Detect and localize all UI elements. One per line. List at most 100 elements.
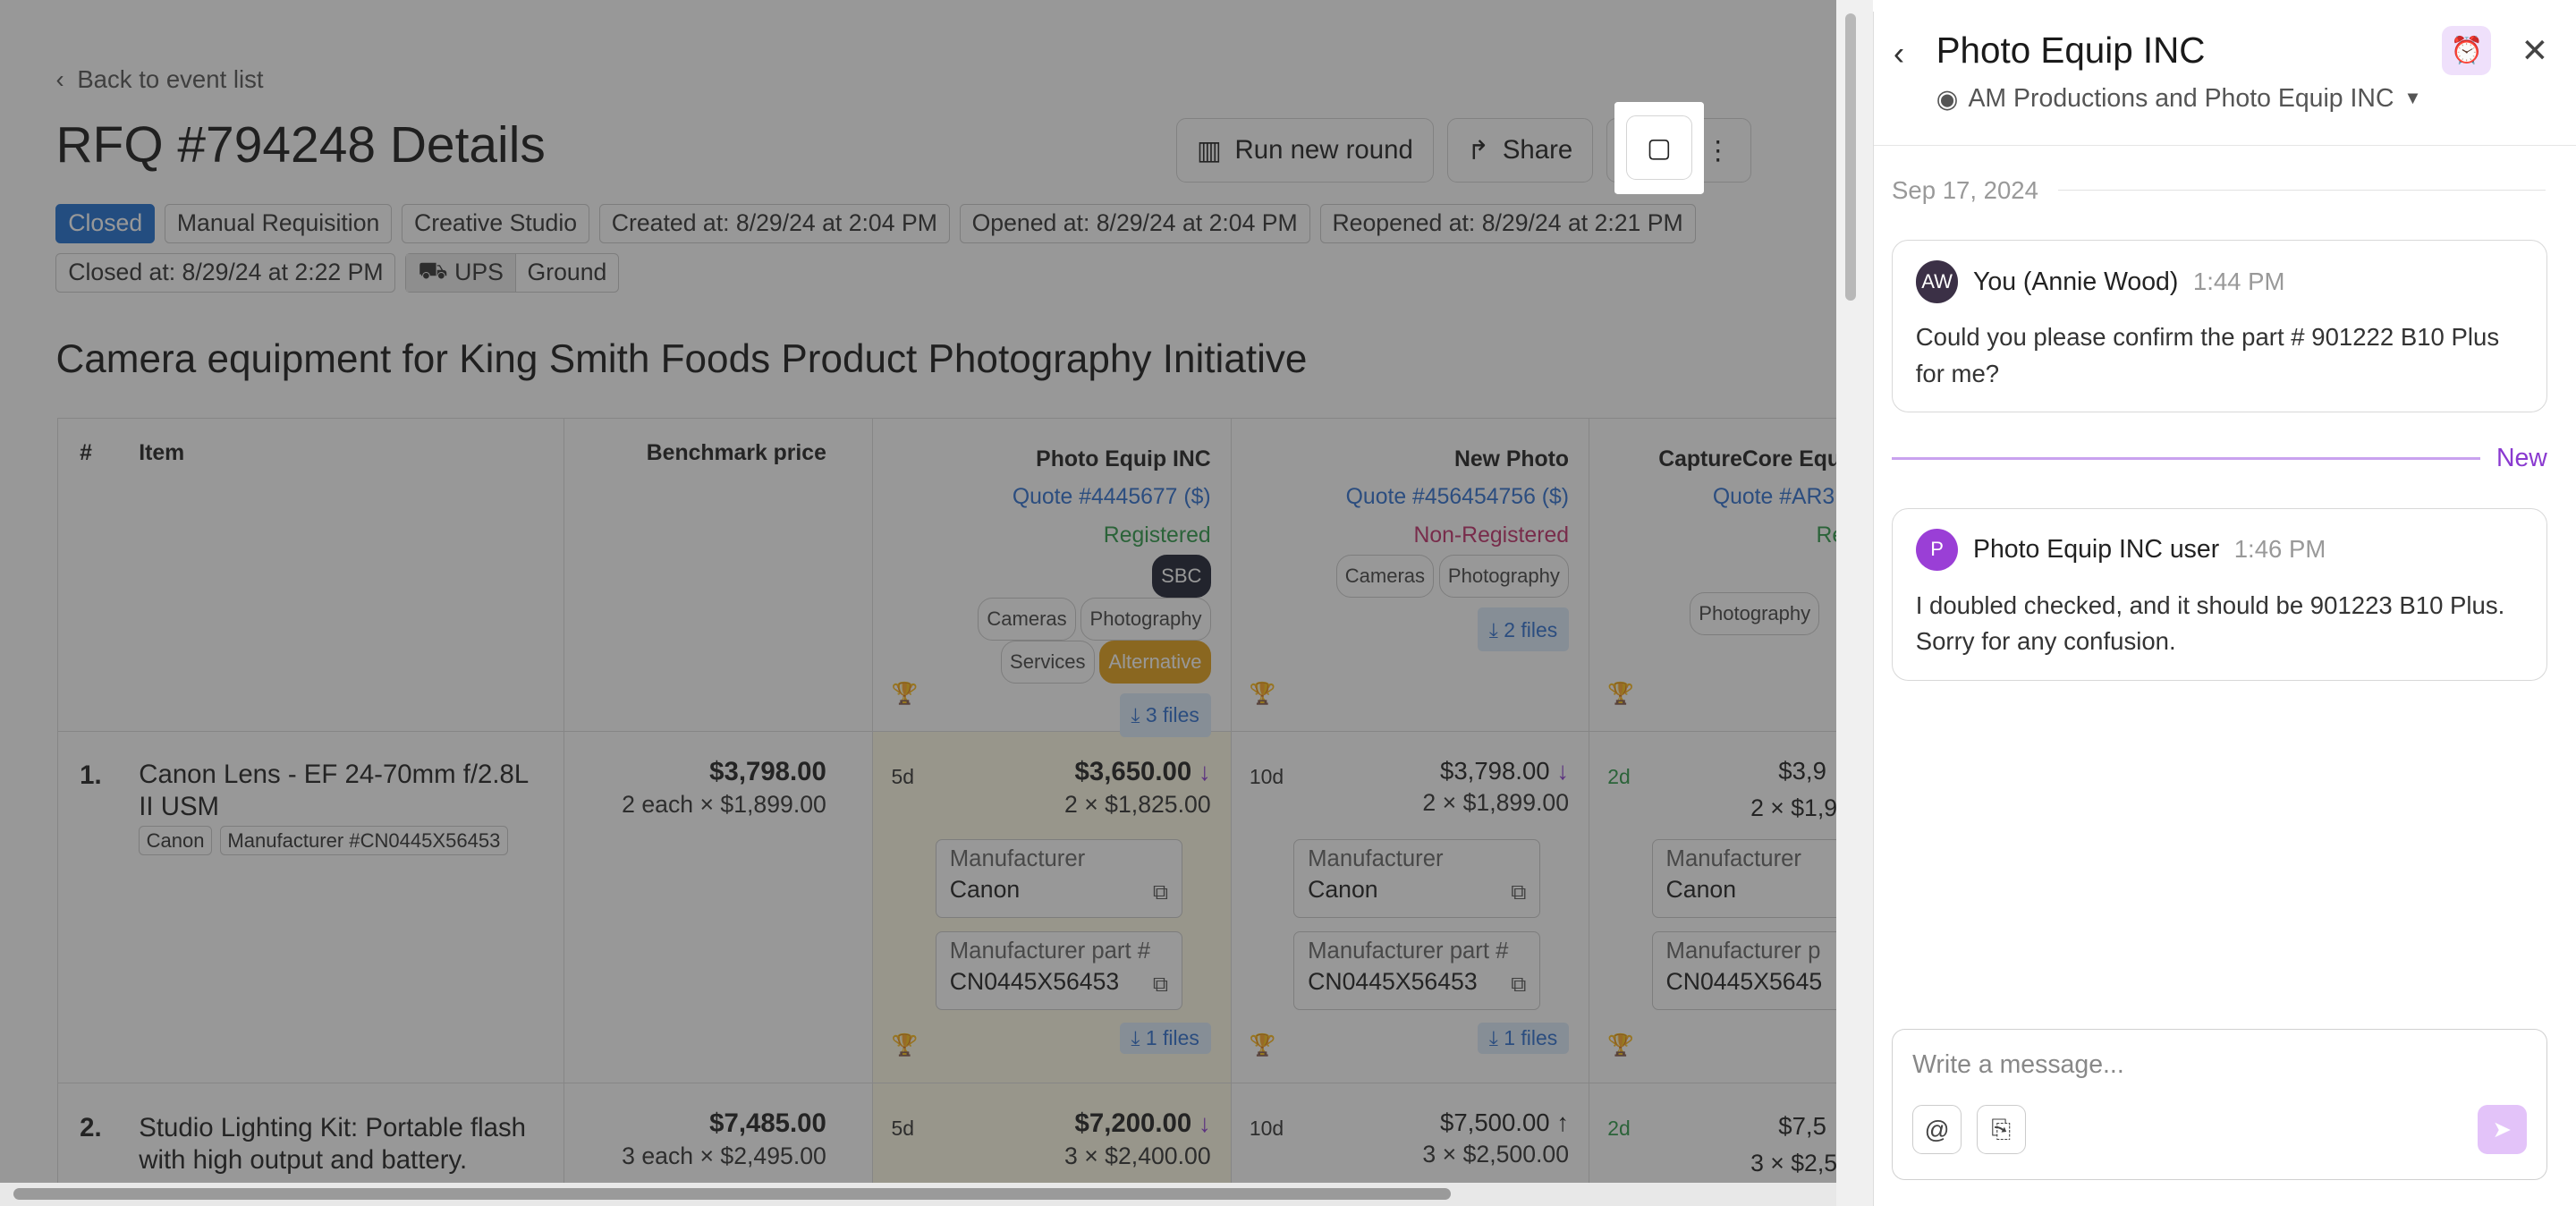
lead-time: 10d — [1249, 765, 1284, 789]
header-num: # — [80, 441, 92, 466]
close-icon[interactable]: ✕ — [2521, 31, 2548, 70]
part-number-field: Manufacturer p CN0445X5645 — [1651, 930, 1837, 1010]
field-label: Manufacturer p — [1665, 938, 1821, 964]
mention-icon[interactable]: @ — [1912, 1105, 1962, 1155]
manufacturer-tag: Manufacturer #CN0445X56453 — [220, 826, 508, 856]
quote-link[interactable]: Quote #AR3 — [1713, 479, 1837, 516]
files-button[interactable]: ⤓ 3 files — [1119, 692, 1211, 738]
back-label: Back to event list — [77, 65, 264, 94]
files-button[interactable]: ⤓ 1 files — [1119, 1023, 1211, 1054]
item-name[interactable]: Studio Lighting Kit: Portable flash with… — [139, 1112, 557, 1177]
chat-message: AW You (Annie Wood) 1:44 PM Could you plea… — [1892, 240, 2547, 413]
quote-sub: 3 × $2,400.00 — [1064, 1142, 1211, 1169]
arrow-down-icon: ↓ — [1198, 757, 1211, 786]
alarm-bell-icon[interactable]: ⏰ — [2442, 26, 2492, 76]
trophy-icon[interactable]: 🏆 — [1607, 1032, 1634, 1058]
field-label: Manufacturer — [1308, 846, 1444, 872]
trophy-icon[interactable]: 🏆 — [891, 1032, 918, 1058]
lead-time: 5d — [891, 765, 914, 789]
back-to-event-list-link[interactable]: ‹ Back to event list — [55, 65, 263, 94]
quote-sub: 2 × $1,9 — [1750, 794, 1837, 822]
field-value: CN0445X56453 — [1308, 967, 1478, 995]
chat-title: Photo Equip INC — [1936, 30, 2206, 72]
avatar: AW — [1915, 260, 1959, 303]
tag-requisition: Manual Requisition — [165, 203, 393, 243]
vendor-column-photo-equip: Photo Equip INC Quote #4445677 ($) Regis… — [873, 418, 1232, 1206]
sender-name: Photo Equip INC user — [1973, 534, 2220, 564]
quote-link[interactable]: Quote #4445677 ($) — [973, 479, 1211, 516]
copy-icon[interactable]: ⧉ — [1511, 972, 1526, 998]
item-name[interactable]: Canon Lens - EF 24-70mm f/2.8L II USM — [139, 759, 549, 824]
field-value: Canon — [1308, 875, 1378, 903]
trophy-icon[interactable]: 🏆 — [1607, 681, 1634, 707]
manufacturer-field: Manufacturer Canon ⧉ — [936, 838, 1182, 918]
vendor-name: New Photo — [1453, 447, 1570, 472]
rfq-main: ‹ Back to event list RFQ #794248 Details… — [0, 0, 1837, 1206]
carrier-label: UPS — [454, 259, 504, 286]
sbc-badge: SBC — [1151, 554, 1211, 598]
attachment-icon[interactable]: ⎘ — [1976, 1105, 2026, 1155]
item-column: # Item 1. Canon Lens - EF 24-70mm f/2.8L … — [58, 418, 564, 1206]
category-chip: Photography — [1080, 597, 1211, 641]
field-value: CN0445X56453 — [949, 967, 1120, 995]
benchmark-price: $7,485.00 — [709, 1108, 826, 1138]
lead-time: 2d — [1607, 1117, 1631, 1141]
category-chip: Cameras — [1335, 554, 1435, 598]
send-icon[interactable]: ➤ — [2477, 1105, 2527, 1155]
sender-name: You (Annie Wood) — [1973, 267, 2179, 296]
chat-button-highlight[interactable]: ▢ — [1614, 101, 1704, 194]
field-value: Canon — [949, 875, 1021, 903]
header-benchmark: Benchmark price — [646, 441, 826, 466]
message-text: Could you please confirm the part # 9012… — [1915, 323, 2500, 387]
lead-time: 5d — [891, 1117, 914, 1141]
header-item: Item — [139, 441, 185, 466]
eye-icon: ◉ — [1936, 84, 1959, 114]
copy-icon[interactable]: ⧉ — [1153, 880, 1168, 905]
tag-opened: Opened at: 8/29/24 at 2:04 PM — [959, 203, 1310, 243]
new-label: New — [2496, 443, 2547, 472]
tag-closed-at: Closed at: 8/29/24 at 2:22 PM — [55, 252, 396, 293]
message-time: 1:46 PM — [2233, 535, 2326, 564]
arrow-down-icon: ↓ — [1198, 1108, 1211, 1137]
files-button[interactable]: ⤓ 1 files — [1477, 1023, 1570, 1054]
lead-time: 10d — [1249, 1117, 1284, 1141]
quote-sub: 2 × $1,825.00 — [1064, 790, 1211, 818]
category-chip: Services — [1000, 640, 1095, 684]
copy-icon[interactable]: ⧉ — [1511, 880, 1526, 905]
arrow-down-icon: ↓ — [1556, 756, 1570, 785]
tag-created: Created at: 8/29/24 at 2:04 PM — [598, 203, 950, 243]
message-input[interactable] — [1912, 1049, 2527, 1080]
copy-icon[interactable]: ⧉ — [1153, 972, 1168, 998]
date-separator: Sep 17, 2024 — [1892, 176, 2546, 205]
run-new-round-button[interactable]: ▥ Run new round — [1176, 118, 1434, 183]
service-label: Ground — [527, 259, 607, 286]
quote-link[interactable]: Quote #456454756 ($) — [1331, 479, 1569, 516]
trophy-icon[interactable]: 🏆 — [891, 681, 918, 707]
quote-sub: 3 × $2,500.00 — [1422, 1140, 1570, 1168]
quote-price: $3,9 — [1778, 756, 1826, 785]
message-composer: @ ⎘ ➤ — [1892, 1028, 2547, 1180]
benchmark-sub: 2 each × $1,899.00 — [622, 790, 826, 818]
run-round-label: Run new round — [1234, 135, 1413, 166]
brand-tag: Canon — [139, 826, 212, 856]
vendor-name: CaptureCore Equ — [1658, 447, 1837, 472]
files-button[interactable]: ⤓ 2 files — [1477, 607, 1570, 652]
avatar: P — [1915, 528, 1959, 572]
category-chip: Photography — [1690, 592, 1820, 636]
share-button[interactable]: ↱ Share — [1446, 118, 1594, 183]
more-vertical-icon: ⋮ — [1705, 135, 1732, 166]
quote-sub: 2 × $1,899.00 — [1422, 788, 1570, 816]
share-icon: ↱ — [1467, 135, 1490, 166]
trophy-icon[interactable]: 🏆 — [1250, 681, 1276, 707]
lead-time: 2d — [1607, 765, 1631, 789]
participants-dropdown[interactable]: ◉ AM Productions and Photo Equip INC ▼ — [1936, 84, 2422, 115]
alternative-badge: Alternative — [1099, 640, 1211, 684]
vertical-scrollbar[interactable] — [1836, 0, 1873, 1206]
chevron-left-icon[interactable]: ‹ — [1894, 35, 1904, 72]
tag-department: Creative Studio — [402, 203, 589, 243]
horizontal-scrollbar[interactable] — [0, 1183, 1837, 1206]
message-text: I doubled checked, and it should be 9012… — [1915, 590, 2505, 656]
new-messages-separator: New — [1892, 444, 2547, 473]
quote-sub: 3 × $2,5 — [1750, 1149, 1837, 1176]
trophy-icon[interactable]: 🏆 — [1250, 1032, 1276, 1058]
